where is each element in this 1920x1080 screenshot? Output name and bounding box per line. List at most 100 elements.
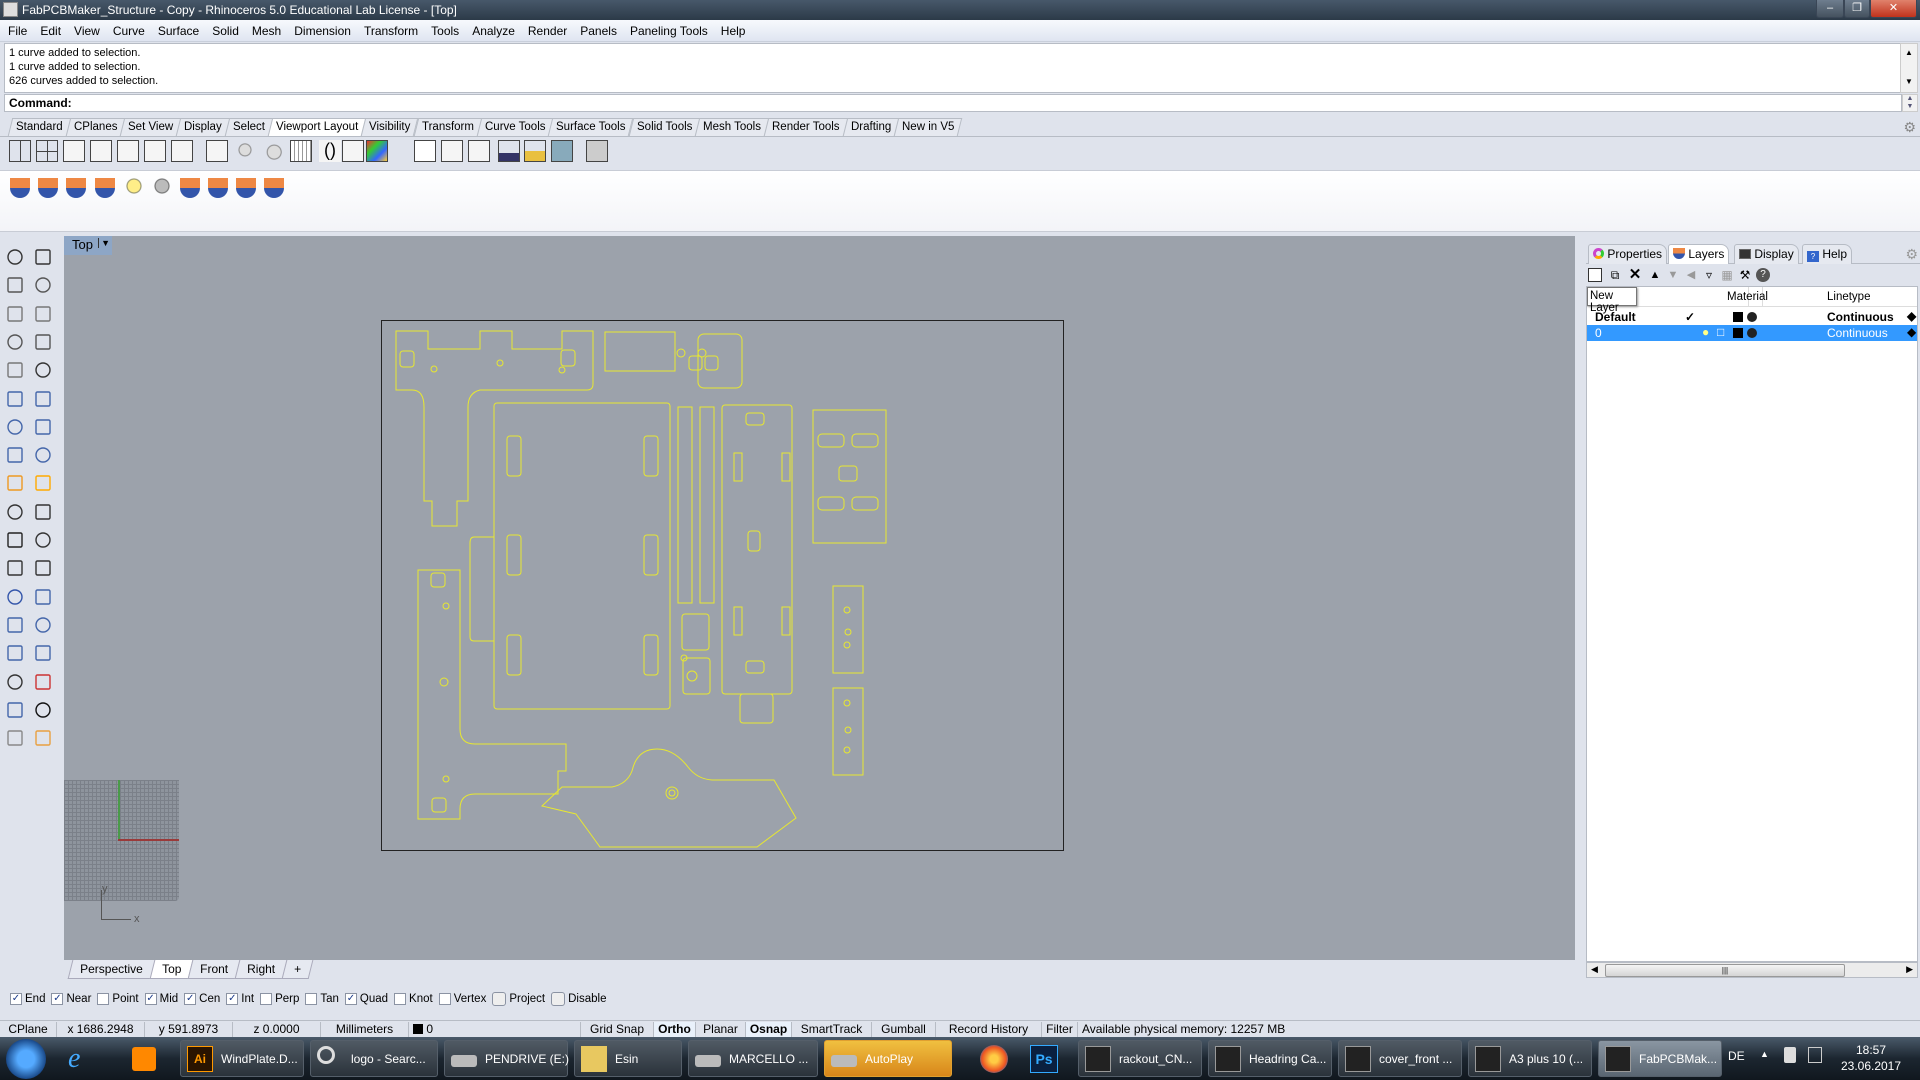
taskbar-item[interactable]: Ai WindPlate.D... (180, 1040, 304, 1077)
filter-icon[interactable]: ▿ (1702, 268, 1716, 282)
tools-icon[interactable]: ⚒ (1738, 268, 1752, 282)
tab-cplanes[interactable]: CPlanes (65, 118, 126, 136)
layer-color-swatch[interactable] (1733, 328, 1743, 338)
tab-render-tools[interactable]: Render Tools (763, 118, 848, 136)
units[interactable]: Millimeters (321, 1022, 409, 1038)
taskbar-item[interactable]: logo - Searc... (310, 1040, 438, 1077)
tab-front[interactable]: Front (187, 960, 241, 979)
osnap-near[interactable]: ✓ Near (51, 992, 91, 1005)
menu-panels[interactable]: Panels (572, 20, 622, 38)
viewport-title[interactable]: Top ▼ (64, 236, 112, 255)
orient-icon[interactable] (35, 617, 51, 633)
clock-time[interactable]: 18:57 (1836, 1043, 1906, 1057)
select-arrow-icon[interactable] (7, 249, 23, 265)
help-question-icon[interactable]: ? (1756, 268, 1770, 282)
ellipse-icon[interactable] (35, 305, 51, 322)
render-icon[interactable] (7, 730, 23, 746)
smarttrack-toggle[interactable]: SmartTrack (792, 1022, 872, 1038)
tab-select[interactable]: Select (224, 118, 274, 136)
camera-target-icon[interactable] (261, 140, 283, 162)
tab-right[interactable]: Right (234, 960, 288, 979)
explode-icon[interactable] (35, 475, 51, 492)
layer-copy-icon[interactable] (208, 178, 228, 198)
layer-new-icon[interactable] (10, 178, 30, 198)
current-layer-check-icon[interactable]: ✓ (1685, 310, 1695, 324)
add-viewport-tab-button[interactable]: + (281, 960, 314, 979)
new-floating-viewport-icon[interactable] (117, 140, 139, 162)
viewport-menu-arrow-icon[interactable]: ▼ (98, 238, 110, 248)
4-viewports-equal-icon[interactable] (36, 140, 58, 162)
check-icon[interactable] (35, 702, 51, 718)
capture-to-file-icon[interactable] (498, 140, 520, 162)
polyline-icon[interactable] (7, 277, 23, 293)
layer-back-icon[interactable] (66, 178, 86, 198)
tab-perspective[interactable]: Perspective (67, 960, 156, 979)
osnap-vertex[interactable]: Vertex (438, 992, 486, 1005)
firefox-icon[interactable] (980, 1045, 1008, 1073)
osnap-project[interactable]: Project (492, 991, 545, 1006)
internet-explorer-icon[interactable]: e (68, 1043, 80, 1075)
osnap-tan[interactable]: Tan (305, 992, 339, 1005)
tab-mesh-tools[interactable]: Mesh Tools (694, 118, 770, 136)
tab-transform[interactable]: Transform (413, 118, 482, 136)
network-icon[interactable] (1808, 1047, 1822, 1063)
checkbox[interactable] (97, 992, 110, 1005)
filter-button[interactable]: Filter (1042, 1022, 1078, 1038)
taskbar-item[interactable]: cover_front ... (1338, 1040, 1462, 1077)
menu-transform[interactable]: Transform (356, 20, 423, 38)
menu-solid[interactable]: Solid (204, 20, 244, 38)
ortho-toggle[interactable]: Ortho (654, 1022, 696, 1038)
menu-mesh[interactable]: Mesh (244, 20, 286, 38)
trim-icon[interactable] (7, 503, 23, 520)
tab-set-view[interactable]: Set View (119, 118, 182, 136)
4-viewports-icon[interactable] (9, 140, 31, 162)
close-button[interactable]: ✕ (1870, 0, 1917, 18)
taskbar-item[interactable]: A3 plus 10 (... (1468, 1040, 1592, 1077)
sphere-icon[interactable] (35, 419, 51, 435)
tab-display[interactable]: Display (1734, 244, 1799, 264)
layer-list-scrollbar[interactable]: ◀ ||| ▶ (1586, 962, 1918, 978)
layer-rotate-icon[interactable] (38, 178, 58, 198)
planar-toggle[interactable]: Planar (696, 1022, 746, 1038)
checkbox[interactable]: ✓ (10, 992, 22, 1005)
new-sublayer-icon[interactable]: ⧉ (1608, 268, 1622, 282)
text-icon[interactable] (7, 588, 23, 605)
background-bitmap-icon[interactable] (366, 140, 388, 162)
tab-surface-tools[interactable]: Surface Tools (547, 118, 634, 136)
checkbox[interactable] (438, 992, 451, 1005)
move-parent-icon[interactable]: ◀ (1684, 268, 1698, 282)
grid-array-icon[interactable] (7, 673, 23, 690)
layer-state-icon[interactable] (180, 178, 200, 198)
checkbox[interactable]: ✓ (344, 992, 357, 1005)
layer-selected-icon[interactable] (95, 178, 115, 198)
menu-dimension[interactable]: Dimension (286, 20, 356, 38)
current-layer[interactable]: 0 (409, 1022, 581, 1038)
delete-layer-icon[interactable]: ✕ (1628, 267, 1642, 282)
column-linetype[interactable]: Linetype (1827, 291, 1870, 303)
toolbar-settings-icon[interactable]: ⚙ (1903, 119, 1916, 136)
layer-history-icon[interactable] (236, 178, 256, 198)
tab-drafting[interactable]: Drafting (842, 118, 900, 136)
osnap-mid[interactable]: ✓ Mid (144, 992, 178, 1005)
layout-split-icon[interactable] (441, 140, 463, 162)
split-icon[interactable] (35, 503, 51, 520)
osnap-quad[interactable]: ✓ Quad (344, 992, 388, 1005)
menu-edit[interactable]: Edit (32, 20, 66, 38)
start-button[interactable] (6, 1039, 46, 1079)
open-layout-icon[interactable] (524, 140, 546, 162)
layer-linetype[interactable]: Continuous (1827, 310, 1894, 324)
new-layer-icon[interactable] (1588, 268, 1602, 282)
ungroup-icon[interactable] (35, 532, 51, 548)
grid-icon[interactable] (290, 140, 312, 162)
scrollbar-thumb[interactable]: ||| (1605, 964, 1845, 977)
extrude-surface-icon[interactable] (35, 390, 51, 407)
scroll-left-icon[interactable]: ◀ (1591, 964, 1598, 975)
checkbox[interactable] (260, 992, 273, 1005)
media-player-icon[interactable] (132, 1047, 156, 1071)
column-material[interactable]: Material (1727, 291, 1768, 303)
cplane-indicator[interactable]: CPlane (0, 1022, 57, 1038)
tab-curve-tools[interactable]: Curve Tools (476, 118, 554, 136)
scale-icon[interactable] (35, 588, 51, 605)
osnap-knot[interactable]: Knot (394, 992, 433, 1005)
array-icon[interactable] (7, 617, 23, 633)
